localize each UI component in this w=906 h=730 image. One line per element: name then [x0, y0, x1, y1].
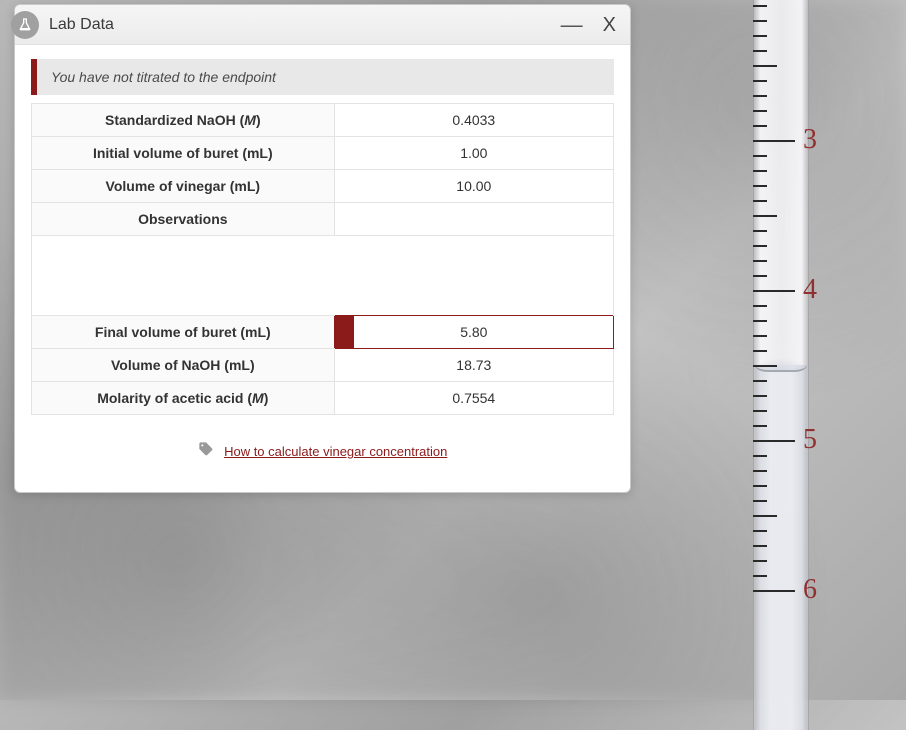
buret-tick	[753, 380, 767, 382]
buret-tick	[753, 170, 767, 172]
buret-tick	[753, 260, 767, 262]
buret-tick	[753, 35, 767, 37]
label-text: Standardized NaOH (	[105, 112, 244, 128]
buret-tick	[753, 140, 795, 142]
buret-scale-label: 4	[803, 274, 817, 306]
buret-tick	[753, 230, 767, 232]
value-final-volume-cell	[334, 316, 613, 349]
buret-tick	[753, 155, 767, 157]
buret-tick	[753, 275, 767, 277]
lab-data-table: Standardized NaOH (M) 0.4033 Initial vol…	[31, 103, 614, 415]
label-initial-volume: Initial volume of buret (mL)	[32, 137, 335, 170]
buret-tick	[753, 200, 767, 202]
buret-scale-label: 6	[803, 574, 817, 606]
buret-tick	[753, 80, 767, 82]
buret-tick	[753, 395, 767, 397]
row-standardized-naoh: Standardized NaOH (M) 0.4033	[32, 104, 614, 137]
row-observations: Observations	[32, 203, 614, 236]
unit-molarity: M	[252, 390, 264, 406]
label-text: )	[264, 390, 269, 406]
buret-tick	[753, 440, 795, 442]
help-link[interactable]: How to calculate vinegar concentration	[224, 444, 447, 459]
buret-tick	[753, 5, 767, 7]
panel-body: You have not titrated to the endpoint St…	[15, 45, 630, 492]
row-vinegar-volume: Volume of vinegar (mL) 10.00	[32, 170, 614, 203]
value-naoh-volume: 18.73	[334, 349, 613, 382]
buret-tick	[753, 515, 777, 517]
tag-icon	[198, 441, 214, 462]
buret-tick	[753, 530, 767, 532]
buret-tick	[753, 560, 767, 562]
buret-tick	[753, 185, 767, 187]
buret-tick	[753, 470, 767, 472]
value-vinegar-volume: 10.00	[334, 170, 613, 203]
buret-tick	[753, 590, 795, 592]
buret-tick	[753, 575, 767, 577]
unit-molarity: M	[244, 112, 256, 128]
buret-tick	[753, 455, 767, 457]
buret-tick	[753, 545, 767, 547]
buret-tick	[753, 125, 767, 127]
buret-tick	[753, 320, 767, 322]
lab-data-panel: Lab Data — X You have not titrated to th…	[14, 4, 631, 493]
buret[interactable]: 2 3 4 5 6	[731, 0, 831, 730]
label-vinegar-volume: Volume of vinegar (mL)	[32, 170, 335, 203]
header-controls: — X	[557, 14, 622, 36]
help-link-row: How to calculate vinegar concentration	[31, 415, 614, 472]
label-naoh-volume: Volume of NaOH (mL)	[32, 349, 335, 382]
row-molarity: Molarity of acetic acid (M) 0.7554	[32, 382, 614, 415]
buret-tick	[753, 365, 777, 367]
label-text: Final volume of buret (mL)	[95, 324, 271, 340]
row-final-volume: Final volume of buret (mL)	[32, 316, 614, 349]
buret-tick	[753, 485, 767, 487]
panel-title: Lab Data	[49, 16, 557, 34]
buret-tick	[753, 410, 767, 412]
value-molarity: 0.7554	[334, 382, 613, 415]
buret-scale-label: 5	[803, 424, 817, 456]
label-final-volume: Final volume of buret (mL)	[32, 316, 335, 349]
value-standardized-naoh: 0.4033	[334, 104, 613, 137]
buret-tick	[753, 245, 767, 247]
minimize-button[interactable]: —	[557, 14, 587, 36]
buret-tick	[753, 305, 767, 307]
buret-tick	[753, 110, 767, 112]
buret-tick	[753, 50, 767, 52]
buret-tick	[753, 65, 777, 67]
value-initial-volume: 1.00	[334, 137, 613, 170]
buret-tick	[753, 290, 795, 292]
label-observations: Observations	[32, 203, 335, 236]
label-text: )	[256, 112, 261, 128]
highlight-bar	[334, 316, 354, 348]
value-observations[interactable]	[334, 203, 613, 236]
flask-icon	[11, 11, 39, 39]
buret-tick	[753, 95, 767, 97]
buret-tick	[753, 425, 767, 427]
buret-ticks	[753, 0, 809, 730]
final-volume-input[interactable]	[335, 316, 613, 348]
label-molarity: Molarity of acetic acid (M)	[32, 382, 335, 415]
row-naoh-volume: Volume of NaOH (mL) 18.73	[32, 349, 614, 382]
row-initial-volume: Initial volume of buret (mL) 1.00	[32, 137, 614, 170]
buret-tick	[753, 215, 777, 217]
buret-tick	[753, 335, 767, 337]
spacer-row	[32, 236, 614, 316]
close-button[interactable]: X	[597, 15, 622, 35]
buret-tick	[753, 350, 767, 352]
titration-alert: You have not titrated to the endpoint	[31, 59, 614, 95]
label-standardized-naoh: Standardized NaOH (M)	[32, 104, 335, 137]
buret-scale-label: 2	[803, 0, 817, 6]
buret-tick	[753, 500, 767, 502]
label-text: Molarity of acetic acid (	[97, 390, 252, 406]
buret-scale-label: 3	[803, 124, 817, 156]
buret-tick	[753, 20, 767, 22]
alert-text: You have not titrated to the endpoint	[37, 59, 614, 95]
panel-header: Lab Data — X	[15, 5, 630, 45]
